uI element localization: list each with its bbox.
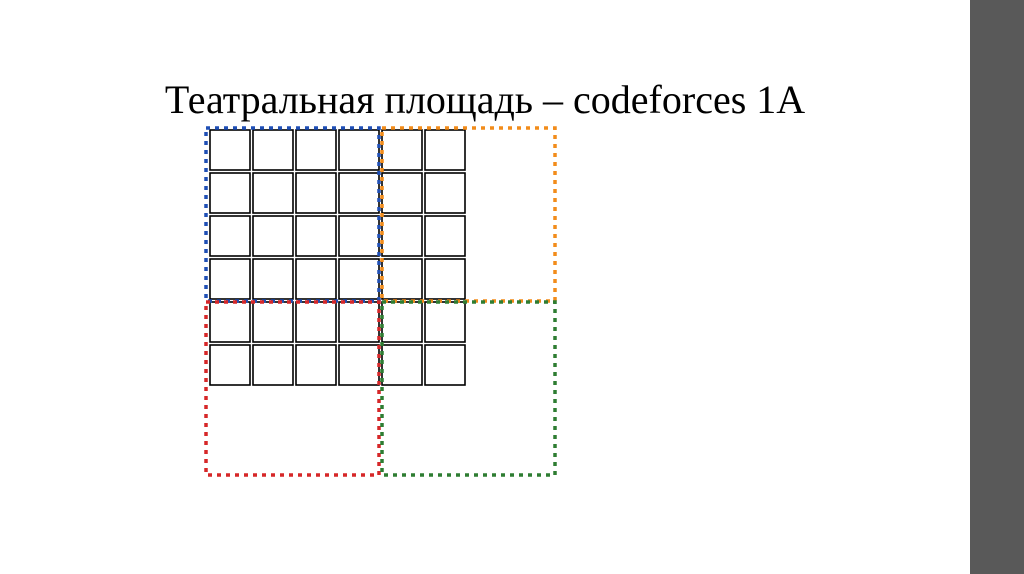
grid-cell bbox=[425, 173, 465, 213]
tile-green bbox=[382, 302, 555, 475]
slide: Театральная площадь – codeforces 1A bbox=[0, 0, 1024, 574]
grid-cell bbox=[253, 345, 293, 385]
grid-cell bbox=[382, 216, 422, 256]
grid-cell bbox=[296, 216, 336, 256]
grid-cell bbox=[339, 259, 379, 299]
grid-cell bbox=[339, 130, 379, 170]
grid-cell bbox=[253, 173, 293, 213]
grid-cell bbox=[296, 130, 336, 170]
grid-cell bbox=[339, 345, 379, 385]
grid-cell bbox=[382, 302, 422, 342]
grid-cell bbox=[296, 173, 336, 213]
grid-cell bbox=[382, 173, 422, 213]
tiling-diagram bbox=[200, 120, 760, 540]
grid-cell bbox=[253, 259, 293, 299]
sidebar-accent bbox=[970, 0, 1024, 574]
grid-cell bbox=[296, 259, 336, 299]
grid-layer bbox=[210, 130, 465, 385]
grid-cell bbox=[210, 130, 250, 170]
grid-cell bbox=[425, 130, 465, 170]
grid-cell bbox=[210, 345, 250, 385]
grid-cell bbox=[382, 345, 422, 385]
grid-cell bbox=[339, 302, 379, 342]
grid-cell bbox=[210, 302, 250, 342]
slide-title: Театральная площадь – codeforces 1A bbox=[0, 76, 970, 123]
grid-cell bbox=[210, 216, 250, 256]
tile-orange bbox=[382, 128, 555, 301]
grid-cell bbox=[339, 216, 379, 256]
grid-cell bbox=[425, 259, 465, 299]
grid-cell bbox=[210, 173, 250, 213]
grid-cell bbox=[210, 259, 250, 299]
grid-cell bbox=[382, 259, 422, 299]
grid-cell bbox=[425, 216, 465, 256]
grid-cell bbox=[253, 302, 293, 342]
grid-cell bbox=[425, 302, 465, 342]
grid-cell bbox=[296, 302, 336, 342]
grid-cell bbox=[296, 345, 336, 385]
grid-cell bbox=[382, 130, 422, 170]
grid-cell bbox=[339, 173, 379, 213]
grid-cell bbox=[425, 345, 465, 385]
grid-cell bbox=[253, 216, 293, 256]
grid-cell bbox=[253, 130, 293, 170]
